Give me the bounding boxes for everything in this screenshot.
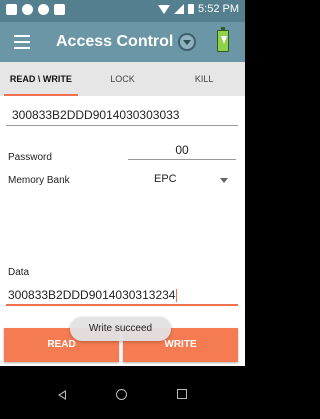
app-icon xyxy=(54,4,65,15)
recent-apps-icon[interactable] xyxy=(177,389,187,399)
tab-lock[interactable]: LOCK xyxy=(82,62,164,96)
notification-icon xyxy=(6,4,17,15)
password-label: Password xyxy=(8,152,52,163)
status-time: 5:52 PM xyxy=(198,3,239,15)
page-title: Access Control xyxy=(56,33,174,50)
home-icon[interactable] xyxy=(116,389,127,400)
memory-bank-select[interactable]: EPC xyxy=(128,170,236,190)
skype-icon xyxy=(38,4,49,15)
wifi-icon xyxy=(158,4,171,14)
status-notification-icons xyxy=(6,4,65,15)
battery-charging-icon xyxy=(217,27,229,52)
battery-icon xyxy=(188,4,195,14)
epc-field[interactable]: 300833B2DDD9014030303033 xyxy=(6,104,238,126)
back-icon[interactable] xyxy=(58,390,66,400)
password-field[interactable]: 00 xyxy=(128,140,236,160)
data-label: Data xyxy=(8,267,30,278)
memory-bank-value: EPC xyxy=(154,173,177,185)
tab-kill[interactable]: KILL xyxy=(163,62,245,96)
dropdown-arrow-icon xyxy=(220,178,228,183)
navigation-bar xyxy=(0,372,245,419)
memory-bank-label: Memory Bank xyxy=(8,175,70,186)
toast-message: Write succeed xyxy=(70,317,171,341)
menu-icon[interactable] xyxy=(14,35,30,49)
tab-bar: READ \ WRITE LOCK KILL xyxy=(0,62,245,96)
text-cursor xyxy=(176,289,178,303)
signal-icon xyxy=(174,4,185,14)
tab-read-write[interactable]: READ \ WRITE xyxy=(0,62,82,96)
data-value: 300833B2DDD9014030313234 xyxy=(8,288,176,302)
status-system-icons: 5:52 PM xyxy=(158,3,239,15)
app-bar: Access Control xyxy=(0,22,245,62)
status-bar: 5:52 PM xyxy=(0,0,245,22)
chevron-down-icon[interactable] xyxy=(178,33,196,51)
data-field[interactable]: 300833B2DDD9014030313234 xyxy=(6,284,238,306)
messenger-icon xyxy=(22,4,33,15)
